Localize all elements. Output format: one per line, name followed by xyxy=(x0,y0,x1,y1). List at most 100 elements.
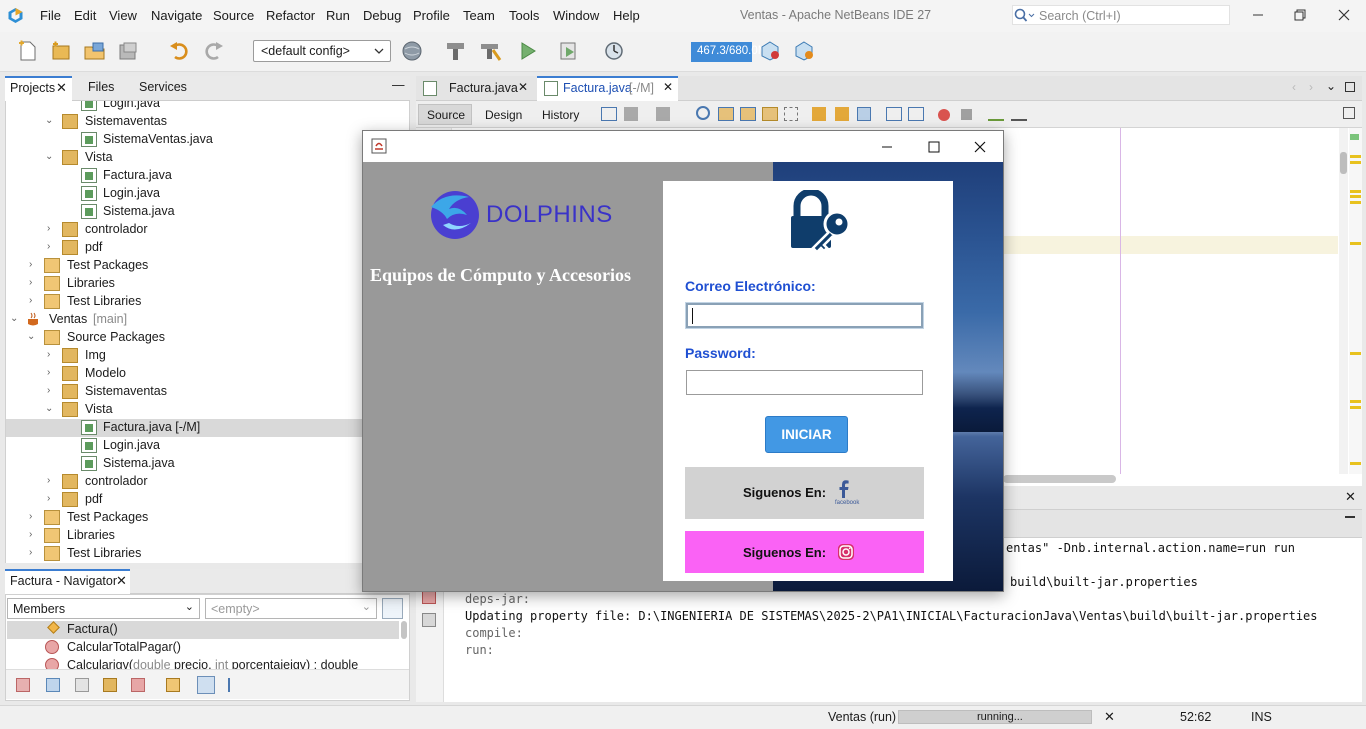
comment-icon[interactable] xyxy=(988,107,1004,121)
last-edit-icon[interactable] xyxy=(601,107,617,121)
tab-scroll-left-icon[interactable]: ‹ xyxy=(1292,80,1296,94)
next-bookmark-icon[interactable] xyxy=(835,107,849,121)
new-file-icon[interactable] xyxy=(16,40,40,62)
minimize-panel-icon[interactable]: — xyxy=(392,78,405,92)
menu-edit[interactable]: Edit xyxy=(74,8,96,23)
scrollbar-thumb[interactable] xyxy=(1340,152,1347,174)
memory-usage-indicator[interactable]: 467.3/680.0MB xyxy=(691,42,775,62)
vertical-scrollbar[interactable] xyxy=(1339,128,1348,474)
tree-item-pdf[interactable]: › pdf xyxy=(6,491,409,509)
shift-right-icon[interactable] xyxy=(908,107,924,121)
tree-item-login-java[interactable]: Login.java xyxy=(6,101,409,113)
menu-view[interactable]: View xyxy=(109,8,137,23)
search-input[interactable]: Search (Ctrl+I) xyxy=(1012,5,1230,25)
chevron-right-icon[interactable]: › xyxy=(29,511,32,522)
tree-item-source-packages[interactable]: ⌄ Source Packages xyxy=(6,329,409,347)
member-calcularigv[interactable]: Calcularigv(double precio, int porcentaj… xyxy=(7,657,399,669)
stop-run-icon[interactable] xyxy=(422,590,436,604)
chevron-right-icon[interactable]: › xyxy=(47,349,50,360)
menu-profile[interactable]: Profile xyxy=(413,8,450,23)
member-constructor[interactable]: Factura() xyxy=(7,621,399,639)
tree-item-vista[interactable]: ⌄ Vista xyxy=(6,401,409,419)
facebook-link[interactable]: Siguenos En: facebook xyxy=(685,467,924,519)
maximize-icon[interactable] xyxy=(926,139,942,155)
chevron-right-icon[interactable]: › xyxy=(47,475,50,486)
cancel-task-icon[interactable]: ✕ xyxy=(1104,709,1115,725)
tab-factura-java-active[interactable]: Factura.java [-/M] ✕ xyxy=(537,76,678,101)
toggle-bookmark-icon[interactable] xyxy=(857,107,871,121)
profile-gc-icon[interactable] xyxy=(792,40,816,62)
build-hammer-icon[interactable] xyxy=(444,40,468,62)
clean-build-icon[interactable] xyxy=(478,40,502,62)
debug-project-icon[interactable] xyxy=(558,40,582,62)
tree-item-test-libraries[interactable]: › Test Libraries xyxy=(6,545,409,563)
tree-item-pdf[interactable]: › pdf xyxy=(6,239,409,257)
chevron-right-icon[interactable]: › xyxy=(29,529,32,540)
email-field[interactable] xyxy=(686,303,923,328)
sort-icon[interactable] xyxy=(197,676,215,694)
filter-icon[interactable] xyxy=(103,678,117,692)
minimize-icon[interactable] xyxy=(1247,5,1269,25)
menu-source[interactable]: Source xyxy=(213,8,254,23)
subtab-source[interactable]: Source xyxy=(418,104,472,125)
subtab-design[interactable]: Design xyxy=(485,108,522,122)
prev-bookmark-icon[interactable] xyxy=(812,107,826,121)
chevron-down-icon[interactable]: ⌄ xyxy=(27,331,35,342)
navigator-settings-icon[interactable] xyxy=(382,598,403,619)
close-icon[interactable] xyxy=(972,139,988,155)
tab-scroll-right-icon[interactable]: › xyxy=(1309,80,1313,94)
close-icon[interactable] xyxy=(1333,5,1355,25)
warning-mark[interactable] xyxy=(1350,161,1361,164)
warning-mark[interactable] xyxy=(1350,195,1361,198)
tab-files[interactable]: Files xyxy=(88,80,114,94)
tab-navigator[interactable]: Factura - Navigator ✕ xyxy=(5,569,130,594)
tree-item-sistemaventas-java[interactable]: SistemaVentas.java xyxy=(6,131,409,149)
find-icon[interactable] xyxy=(696,106,710,120)
chevron-right-icon[interactable]: › xyxy=(29,259,32,270)
tree-item-ventas-project[interactable]: ⌄ Ventas [main] xyxy=(6,311,409,329)
menu-file[interactable]: File xyxy=(40,8,61,23)
chevron-down-icon[interactable]: ⌄ xyxy=(45,403,53,414)
chevron-right-icon[interactable]: › xyxy=(47,493,50,504)
warning-mark[interactable] xyxy=(1350,155,1361,158)
sort-icon[interactable] xyxy=(228,678,242,692)
tab-close-icon[interactable]: ✕ xyxy=(663,80,673,94)
menu-navigate[interactable]: Navigate xyxy=(151,8,202,23)
tab-list-icon[interactable]: ⌄ xyxy=(1326,79,1336,93)
open-project-icon[interactable] xyxy=(83,40,107,62)
subtab-history[interactable]: History xyxy=(542,108,579,122)
chevron-right-icon[interactable]: › xyxy=(47,367,50,378)
menu-help[interactable]: Help xyxy=(613,8,640,23)
tree-item-factura-java[interactable]: Factura.java xyxy=(6,167,409,185)
menu-tools[interactable]: Tools xyxy=(509,8,539,23)
tree-item-login-java[interactable]: Login.java xyxy=(6,185,409,203)
login-button[interactable]: INICIAR xyxy=(765,416,848,453)
forward-icon[interactable] xyxy=(656,107,670,121)
undo-icon[interactable] xyxy=(168,40,192,62)
tab-services[interactable]: Services xyxy=(139,80,187,94)
close-project-icon[interactable] xyxy=(116,40,140,62)
minimize-output-icon[interactable] xyxy=(1345,516,1355,518)
chevron-right-icon[interactable]: › xyxy=(47,241,50,252)
filter-icon[interactable] xyxy=(16,678,30,692)
tree-item-test-packages[interactable]: › Test Packages xyxy=(6,509,409,527)
tree-item-test-libraries[interactable]: › Test Libraries xyxy=(6,293,409,311)
filter-icon[interactable] xyxy=(131,678,145,692)
navigator-scrollbar[interactable] xyxy=(401,621,407,639)
chevron-right-icon[interactable]: › xyxy=(29,277,32,288)
chevron-down-icon[interactable]: ⌄ xyxy=(10,313,18,324)
tree-item-modelo[interactable]: › Modelo xyxy=(6,365,409,383)
new-project-icon[interactable] xyxy=(49,40,73,62)
instagram-link[interactable]: Siguenos En: xyxy=(685,531,924,573)
restore-icon[interactable] xyxy=(1289,5,1311,25)
chevron-right-icon[interactable]: › xyxy=(47,385,50,396)
warning-mark[interactable] xyxy=(1350,190,1361,193)
tree-item-sistemaventas[interactable]: › Sistemaventas xyxy=(6,383,409,401)
warning-mark[interactable] xyxy=(1350,201,1361,204)
stop-macro-icon[interactable] xyxy=(961,109,972,120)
chevron-right-icon[interactable]: › xyxy=(29,295,32,306)
back-icon[interactable] xyxy=(624,107,638,121)
tree-item-libraries[interactable]: › Libraries xyxy=(6,527,409,545)
menu-window[interactable]: Window xyxy=(553,8,599,23)
tab-close-icon[interactable]: ✕ xyxy=(518,80,528,94)
